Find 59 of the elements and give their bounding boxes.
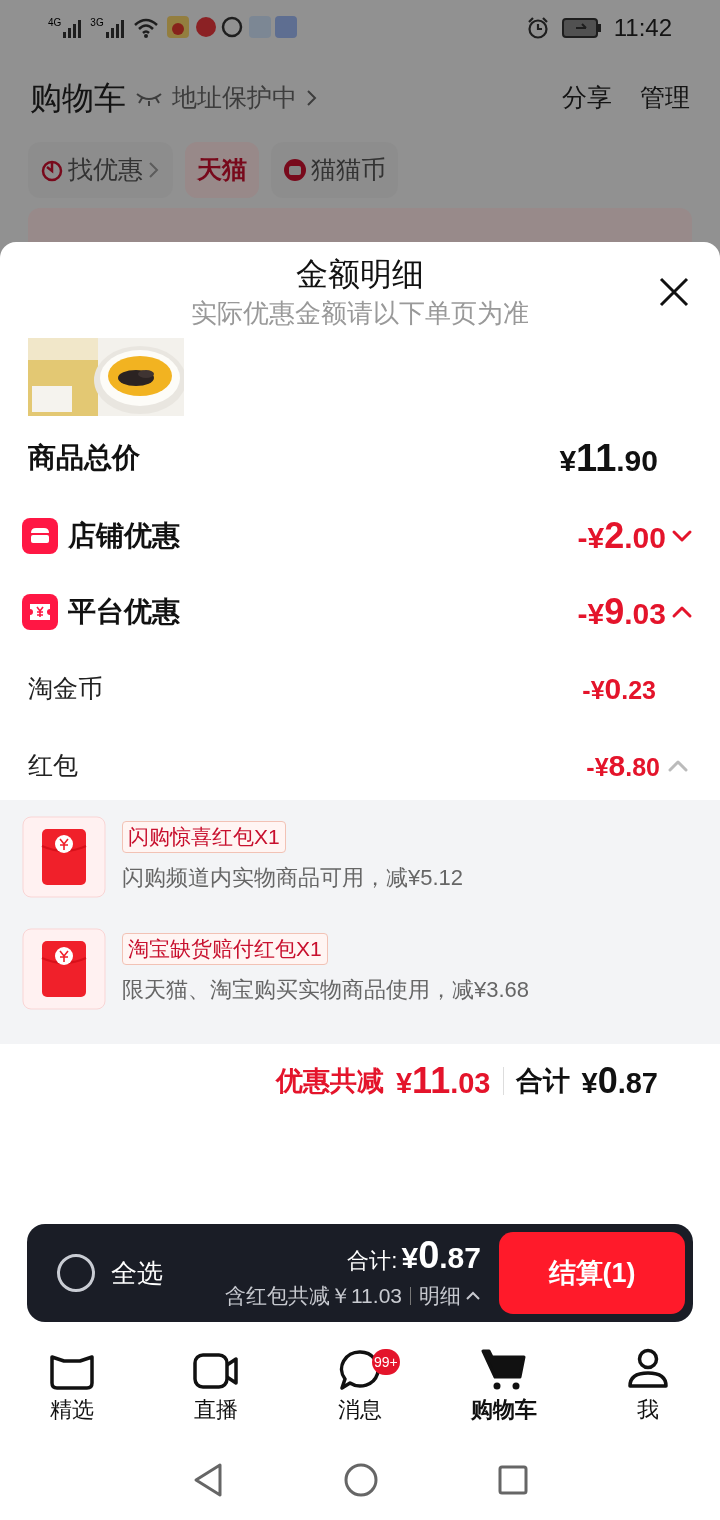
timer-icon (40, 158, 64, 182)
checkout-button[interactable]: 结算(1) (499, 1232, 685, 1314)
sheet-subtitle: 实际优惠金额请以下单页为准 (191, 297, 529, 330)
video-camera-icon (192, 1350, 240, 1391)
battery-icon (561, 17, 602, 39)
wifi-icon (132, 17, 159, 39)
discount-amount: -¥9.03 (577, 590, 666, 634)
home-icon[interactable] (344, 1463, 378, 1497)
person-icon (626, 1346, 670, 1391)
sheet-title: 金额明细 (296, 255, 424, 294)
checkout-total-label: 合计: (347, 1246, 398, 1275)
saving-amount: ¥11.03 (395, 1059, 491, 1103)
discount-amount: -¥2.00 (577, 514, 666, 558)
tab-bar-item[interactable]: 直播 (166, 1344, 266, 1426)
header-action[interactable]: 分享 (562, 79, 612, 117)
tab-bar-item[interactable]: 购物车 (454, 1344, 554, 1426)
recents-icon[interactable] (498, 1465, 528, 1495)
filter-chip[interactable]: 猫猫币 (271, 142, 398, 198)
detail-toggle[interactable]: 明细 (419, 1279, 481, 1312)
network-label: 4G (48, 18, 62, 28)
envelope-icon (22, 816, 106, 898)
network-label: 3G (90, 18, 104, 28)
total-price-label: 商品总价 (28, 441, 140, 475)
coupon-tag: 淘宝缺货赔付红包X1 (122, 932, 328, 965)
discount-label: 店铺优惠 (68, 519, 180, 553)
envelope-icon (22, 928, 106, 1010)
checkout-note: 含红包共减￥11.03 (225, 1282, 402, 1309)
unread-badge: 99+ (372, 1348, 400, 1375)
coupon-tag: 闪购惊喜红包X1 (122, 820, 286, 853)
chevron-right-icon (305, 88, 319, 108)
coin-icon (283, 158, 307, 182)
chevron-right-icon (147, 160, 161, 180)
tab-bar-item[interactable]: 消息 99+ (310, 1344, 410, 1426)
signal-icon (62, 18, 83, 38)
coupon-description: 限天猫、淘宝购买实物商品使用，减¥3.68 (122, 975, 530, 1004)
header-action[interactable]: 管理 (640, 79, 690, 117)
filter-chip[interactable]: 找优惠 (28, 142, 173, 198)
back-icon[interactable] (192, 1462, 224, 1498)
sum-amount: ¥0.87 (581, 1059, 658, 1103)
sum-label: 合计 (515, 1064, 570, 1098)
coupon-icon (22, 594, 58, 630)
saving-label: 优惠共减 (275, 1064, 384, 1098)
tab-bar-item[interactable]: 精选 (22, 1344, 122, 1426)
discount-item-label: 红包 (28, 749, 78, 781)
shop-icon (22, 518, 58, 554)
discount-item-amount: -¥8.80 (586, 748, 660, 784)
page-title: 购物车 (30, 79, 126, 118)
close-icon (658, 276, 690, 308)
discount-item-label: 淘金币 (28, 672, 103, 704)
status-time: 11:42 (613, 13, 672, 43)
discount-label: 平台优惠 (68, 595, 180, 629)
discount-item-amount: -¥0.23 (582, 671, 656, 707)
signal-icon (104, 18, 125, 38)
total-price: ¥11.90 (559, 435, 658, 481)
select-all-checkbox[interactable]: 全选 (57, 1253, 163, 1293)
tab-bar-item[interactable]: 我 (598, 1344, 698, 1426)
checkout-total: ¥0.87 (401, 1234, 481, 1278)
coupon-description: 闪购频道内实物商品可用，减¥5.12 (122, 863, 464, 892)
alarm-icon (525, 16, 550, 40)
